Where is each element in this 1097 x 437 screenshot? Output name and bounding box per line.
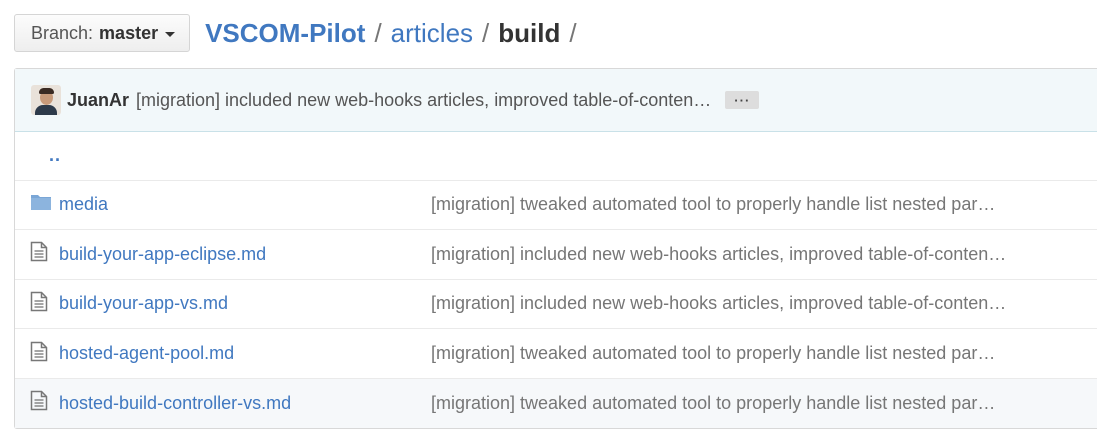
file-row[interactable]: hosted-build-controller-vs.md [migration]… [15, 378, 1097, 428]
file-listing: JuanAr [migration] included new web-hook… [14, 68, 1097, 429]
file-row[interactable]: build-your-app-vs.md [migration] included… [15, 279, 1097, 329]
file-commit-message[interactable]: [migration] tweaked automated tool to pr… [431, 393, 995, 413]
file-name-link[interactable]: media [59, 194, 108, 214]
caret-down-icon [165, 31, 176, 37]
expand-commit-button[interactable]: ··· [725, 91, 760, 109]
files-table: .. media [migration] tweaked automated to… [15, 132, 1097, 428]
latest-commit-bar: JuanAr [migration] included new web-hook… [15, 69, 1097, 132]
file-text-icon [30, 341, 48, 366]
file-commit-message[interactable]: [migration] included new web-hooks artic… [431, 244, 1006, 264]
file-name-link[interactable]: build-your-app-eclipse.md [59, 244, 266, 264]
avatar[interactable] [31, 85, 61, 115]
breadcrumb-separator: / [482, 17, 490, 48]
parent-dir-row: .. [15, 132, 1097, 180]
commit-author[interactable]: JuanAr [67, 90, 129, 111]
breadcrumb-separator: / [374, 17, 382, 48]
file-row[interactable]: hosted-agent-pool.md [migration] tweaked … [15, 328, 1097, 379]
file-name-link[interactable]: hosted-agent-pool.md [59, 343, 234, 363]
file-navigation: Branch: master VSCOM-Pilot / articles / … [14, 14, 586, 52]
breadcrumb-separator: / [569, 17, 577, 48]
folder-icon [30, 195, 52, 215]
breadcrumb-repo-link[interactable]: VSCOM-Pilot [205, 18, 365, 49]
file-text-icon [30, 391, 48, 415]
file-commit-message[interactable]: [migration] tweaked automated tool to pr… [431, 343, 995, 363]
file-commit-message[interactable]: [migration] included new web-hooks artic… [431, 293, 1006, 313]
file-name-link[interactable]: hosted-build-controller-vs.md [59, 393, 291, 413]
file-text-icon [30, 291, 48, 316]
file-commit-message[interactable]: [migration] tweaked automated tool to pr… [431, 194, 995, 214]
branch-name: master [99, 22, 159, 43]
breadcrumb-current: build [498, 17, 561, 48]
file-row[interactable]: media [migration] tweaked automated tool … [15, 180, 1097, 230]
branch-select-button[interactable]: Branch: master [14, 14, 191, 52]
breadcrumb-articles-link[interactable]: articles [391, 18, 473, 49]
file-text-icon [30, 242, 48, 266]
breadcrumb: VSCOM-Pilot / articles / build / [205, 18, 586, 49]
file-name-link[interactable]: build-your-app-vs.md [59, 293, 228, 313]
file-row[interactable]: build-your-app-eclipse.md [migration] inc… [15, 229, 1097, 280]
commit-message[interactable]: [migration] included new web-hooks artic… [136, 90, 711, 111]
parent-dir-link[interactable]: .. [15, 145, 61, 165]
branch-label: Branch: [31, 22, 94, 43]
